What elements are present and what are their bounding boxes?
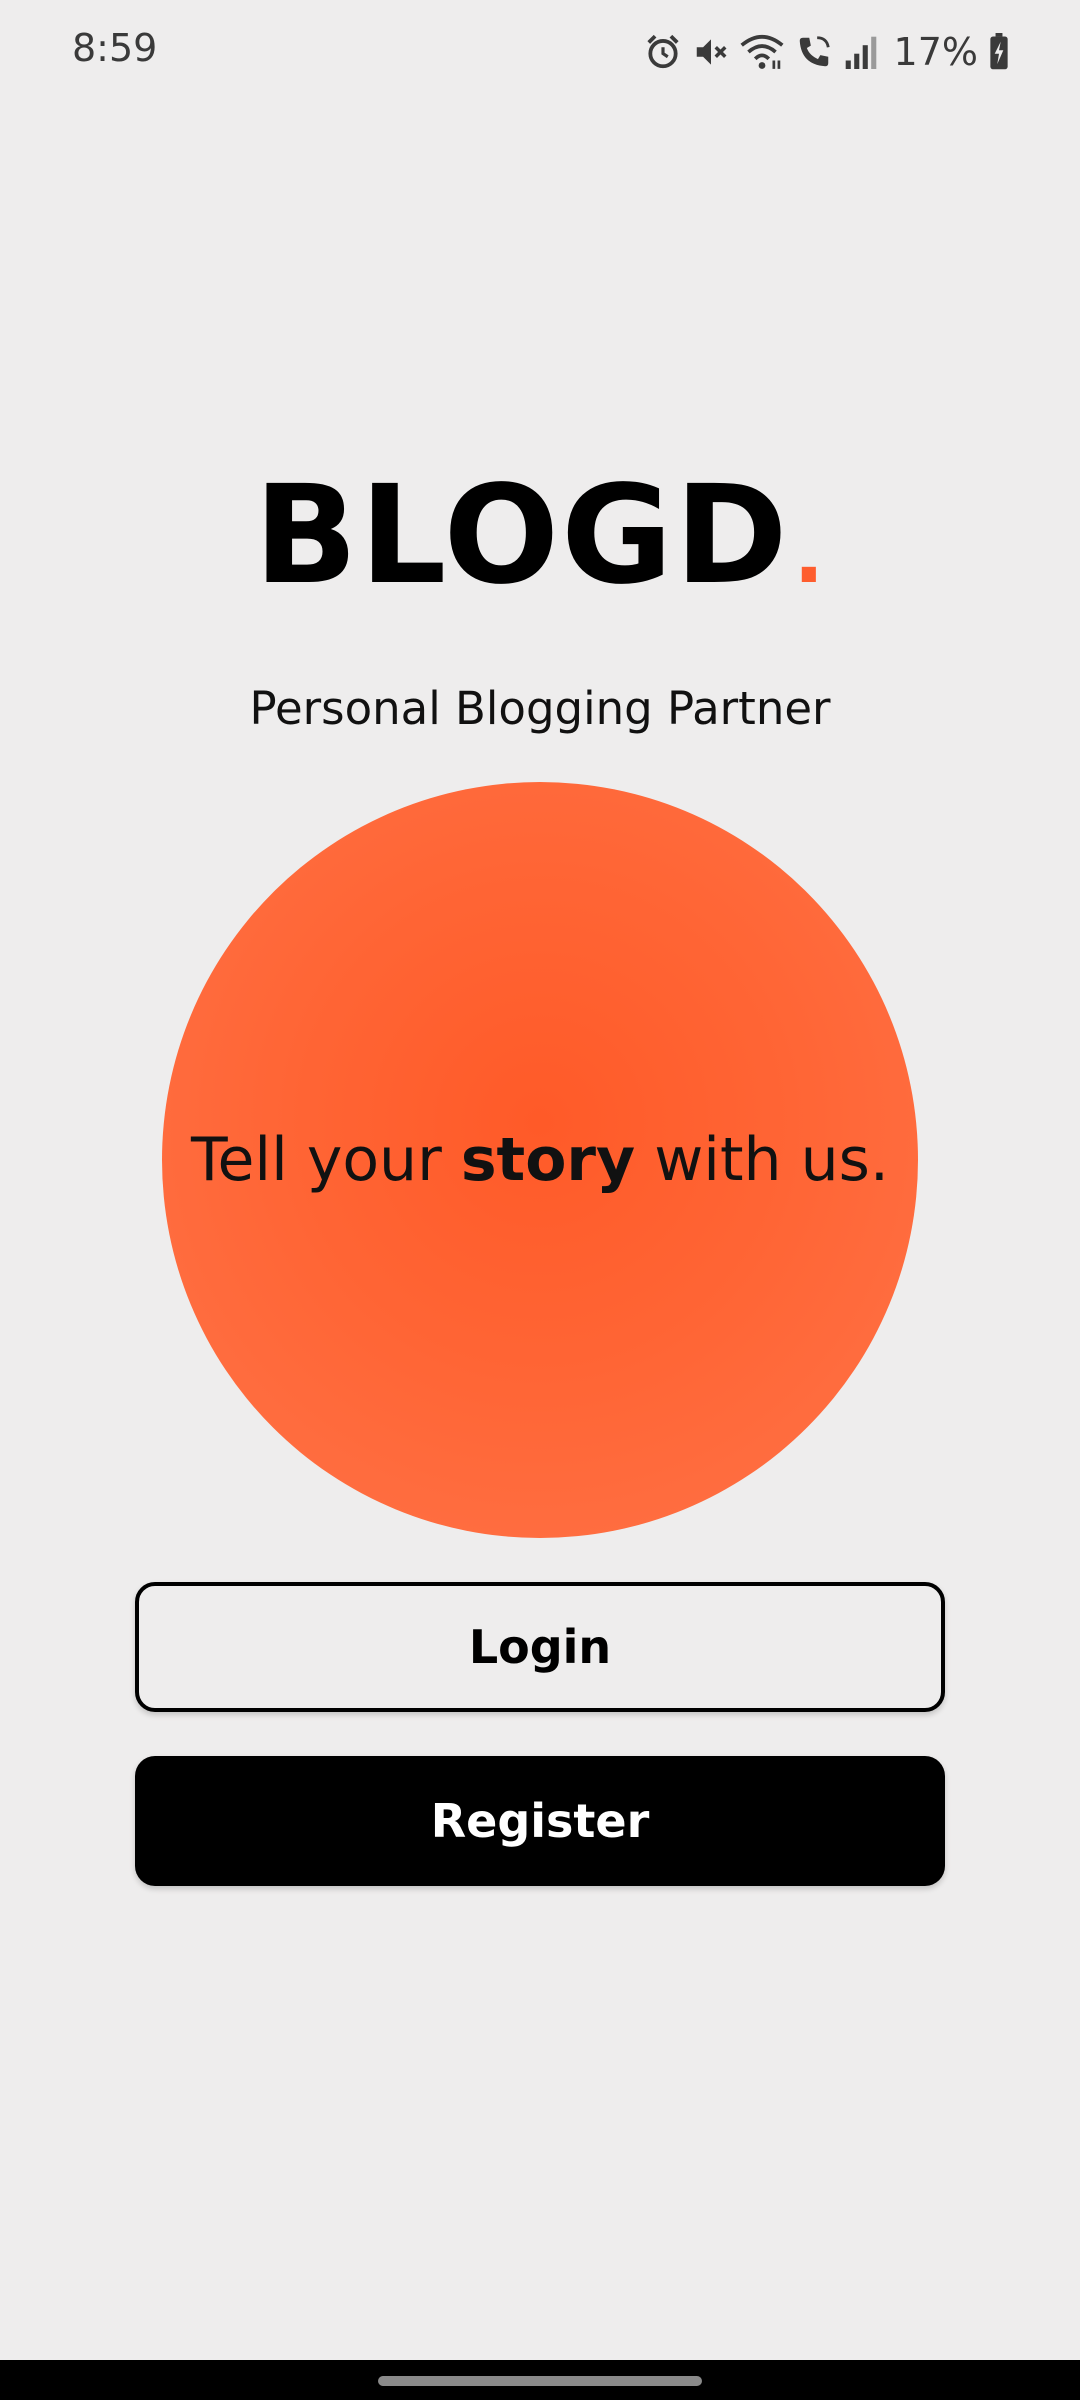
register-button-label: Register [430,1794,650,1848]
status-time: 8:59 [72,26,158,70]
mute-icon [696,39,727,65]
hero-circle: Tell your story with us. [162,782,918,1538]
hero-text-emphasis: story [460,1125,636,1195]
logo-text: BLOGD [254,457,790,615]
login-button[interactable]: Login [135,1582,945,1712]
app-logo: BLOGD. [0,468,1080,604]
navigation-bar [0,2360,1080,2400]
status-icons: 17% [644,24,1010,80]
tagline: Personal Blogging Partner [249,682,831,735]
hero-text-before: Tell your [191,1125,461,1195]
login-button-label: Login [468,1620,612,1674]
alarm-icon [646,34,679,69]
battery-percent: 17% [893,30,978,74]
hero-text-after: with us. [635,1125,889,1195]
home-gesture-handle[interactable] [378,2376,702,2386]
wifi-call-icon [799,36,830,67]
signal-icon [845,36,876,69]
status-bar: 8:59 17% [0,0,1080,104]
hero-text: Tell your story with us. [191,1125,889,1195]
wifi-icon [740,34,784,69]
register-button[interactable]: Register [135,1756,945,1886]
battery-charging-icon [990,33,1008,70]
logo-dot: . [793,508,826,601]
